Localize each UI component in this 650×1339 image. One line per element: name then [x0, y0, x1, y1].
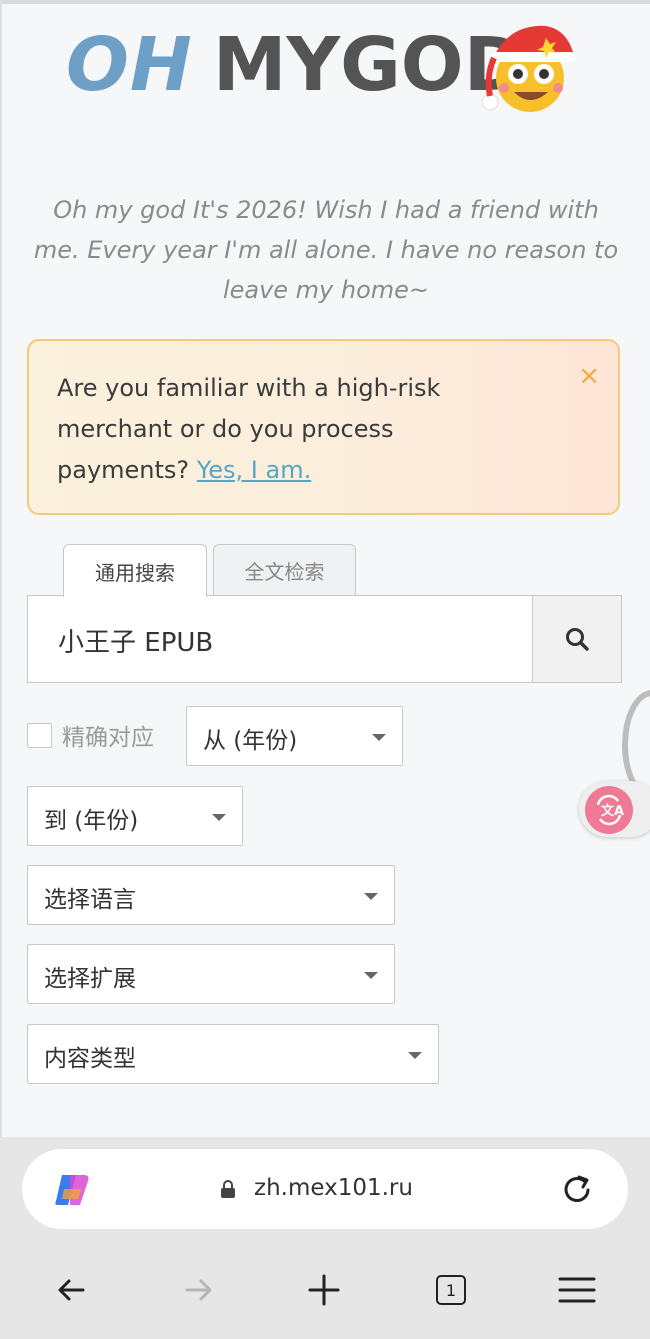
chevron-down-icon — [364, 972, 378, 979]
back-icon — [58, 1279, 85, 1301]
tab-count: 1 — [445, 1280, 457, 1300]
url-text: zh.mex101.ru — [254, 1175, 413, 1201]
year-from-select[interactable]: 从 (年份) — [186, 706, 403, 766]
tab-count-icon: 1 — [436, 1275, 466, 1305]
language-value: 选择语言 — [44, 887, 136, 913]
back-button[interactable] — [48, 1266, 96, 1314]
tab-fulltext-search[interactable]: 全文检索 — [213, 544, 356, 596]
forward-button[interactable] — [174, 1266, 222, 1314]
status-divider — [0, 0, 650, 4]
chevron-down-icon — [372, 734, 386, 741]
exact-match-checkbox[interactable] — [27, 722, 52, 748]
menu-icon — [558, 1277, 596, 1303]
tab-switcher-button[interactable]: 1 — [427, 1266, 475, 1314]
alert-yes-link[interactable]: Yes, I am. — [197, 456, 311, 484]
reload-icon[interactable] — [558, 1171, 596, 1209]
alert-message: Are you familiar with a high-risk mercha… — [57, 368, 527, 491]
exact-match-option[interactable]: 精确对应 — [27, 718, 154, 752]
content-type-select[interactable]: 内容类型 — [27, 1024, 439, 1084]
year-from-value: 从 (年份) — [203, 728, 298, 754]
forward-icon — [185, 1279, 212, 1301]
translate-icon: 文A — [585, 786, 633, 834]
extension-select[interactable]: 选择扩展 — [27, 944, 395, 1004]
exact-match-label: 精确对应 — [62, 725, 154, 751]
content-type-value: 内容类型 — [44, 1046, 136, 1072]
extension-value: 选择扩展 — [44, 966, 136, 992]
lock-icon — [221, 1180, 235, 1198]
language-select[interactable]: 选择语言 — [27, 865, 395, 925]
new-tab-icon — [308, 1274, 340, 1306]
search-input-value: 小王子 EPUB — [58, 628, 214, 658]
address-bar[interactable]: zh.mex101.ru — [22, 1149, 628, 1229]
site-logo[interactable]: OH MYGOD — [66, 20, 525, 110]
tab-general-search[interactable]: 通用搜索 — [63, 544, 207, 597]
new-tab-button[interactable] — [300, 1266, 348, 1314]
translate-button[interactable]: 文A — [579, 781, 650, 837]
emoji-santa-face-icon — [481, 25, 576, 112]
chevron-down-icon — [212, 814, 226, 821]
search-input[interactable]: 小王子 EPUB — [27, 595, 533, 683]
frame-edge — [0, 0, 2, 1137]
search-button[interactable] — [532, 595, 622, 683]
logo-oh: OH — [66, 22, 193, 108]
svg-text:文A: 文A — [601, 803, 624, 819]
merchant-alert-banner: Are you familiar with a high-risk mercha… — [27, 339, 620, 515]
close-icon[interactable]: × — [578, 361, 600, 391]
logo-mygod: MYGOD — [212, 22, 526, 108]
chevron-down-icon — [364, 893, 378, 900]
search-icon — [566, 628, 589, 651]
tagline: Oh my god It's 2026! Wish I had a friend… — [33, 196, 619, 304]
menu-button[interactable] — [553, 1266, 601, 1314]
copilot-icon[interactable] — [52, 1169, 94, 1211]
browser-nav-bar: 1 — [0, 1250, 650, 1330]
year-to-value: 到 (年份) — [44, 808, 139, 834]
chevron-down-icon — [408, 1052, 422, 1059]
year-to-select[interactable]: 到 (年份) — [27, 786, 243, 846]
